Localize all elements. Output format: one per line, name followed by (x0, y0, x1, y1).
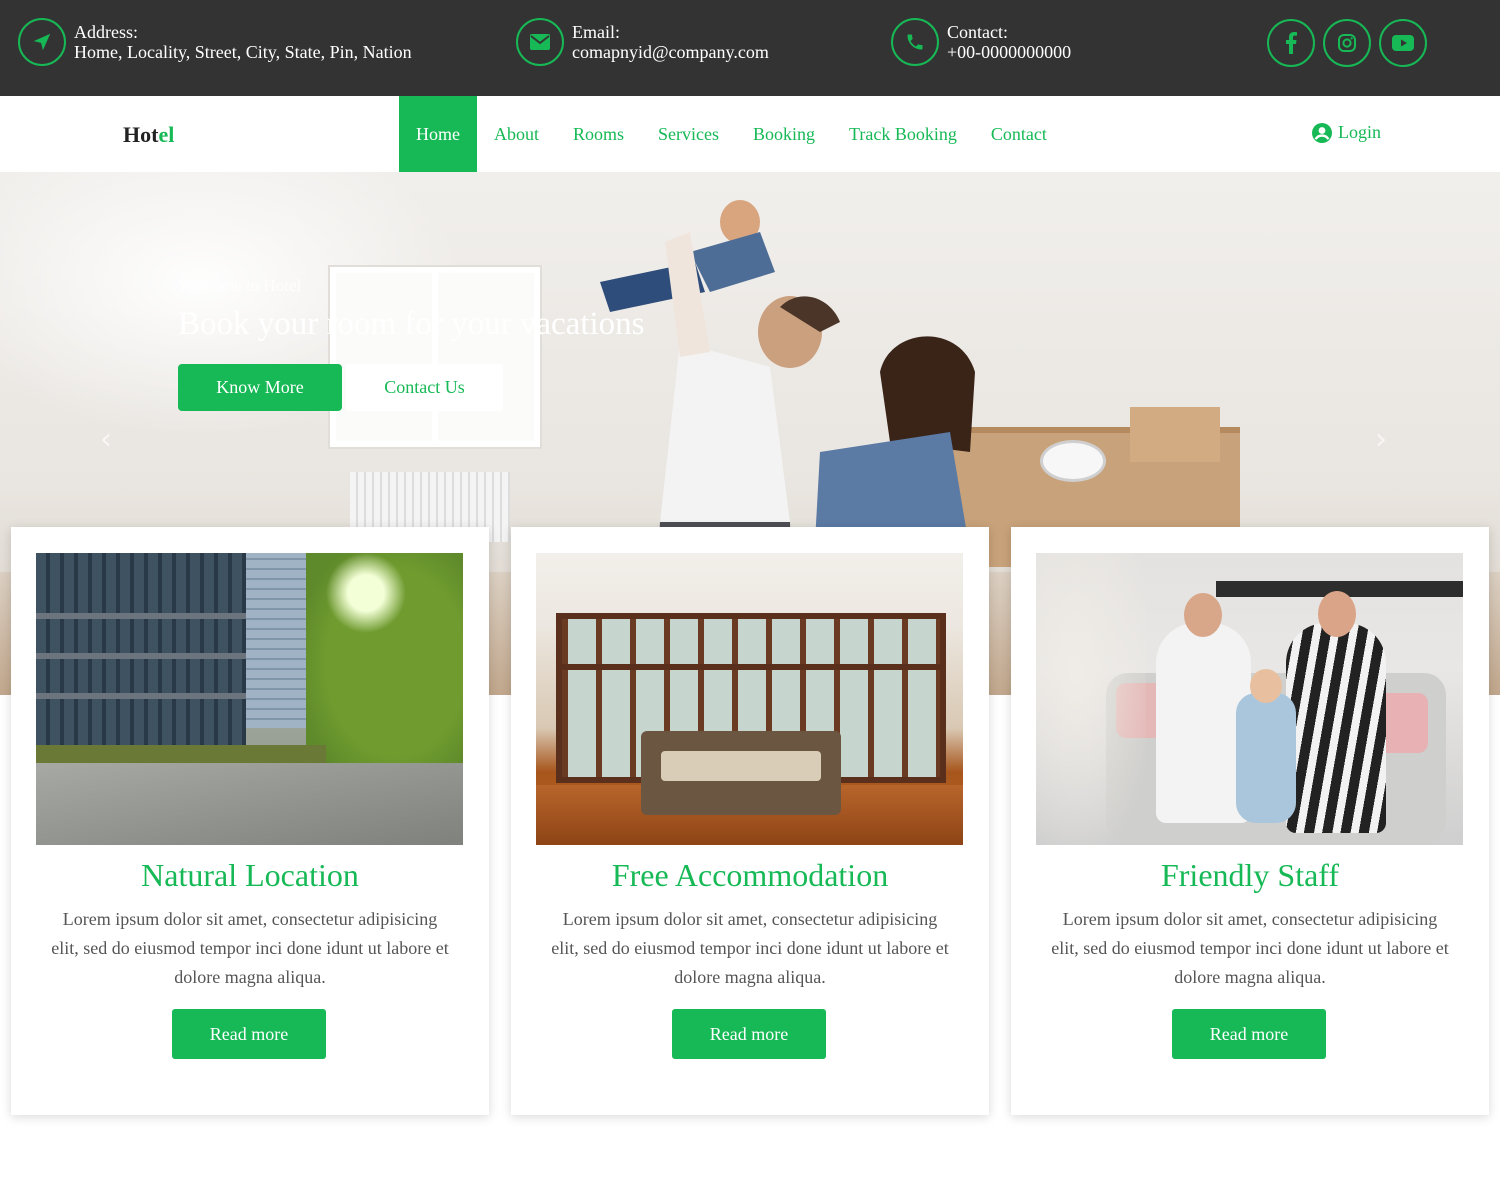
phone-icon (891, 18, 939, 66)
feature-card-friendly-staff: Friendly Staff Lorem ipsum dolor sit ame… (1011, 527, 1489, 1115)
living-room-image (536, 553, 963, 845)
hero-subtitle: Welcome to Hotel (178, 276, 302, 295)
contact-block: Contact: +00-0000000000 (891, 18, 1071, 66)
nav-item-about[interactable]: About (477, 96, 556, 172)
hero-title: Book your room for your vacations (178, 306, 645, 342)
know-more-button[interactable]: Know More (178, 364, 342, 411)
email-block: Email: comapnyid@company.com (516, 18, 769, 66)
address-label: Address: (74, 22, 138, 42)
email-label: Email: (572, 22, 620, 42)
email-value[interactable]: comapnyid@company.com (572, 42, 769, 62)
hero-clock (1040, 440, 1106, 482)
contact-label: Contact: (947, 22, 1008, 42)
user-circle-icon (1312, 122, 1332, 143)
feature-card-free-accommodation: Free Accommodation Lorem ipsum dolor sit… (511, 527, 989, 1115)
read-more-button[interactable]: Read more (1172, 1009, 1326, 1059)
brand-prefix: Hot (123, 122, 159, 147)
hero-box-small (1130, 407, 1220, 462)
card-title: Natural Location (141, 857, 359, 893)
address-block: Address: Home, Locality, Street, City, S… (18, 18, 412, 66)
nav-item-contact[interactable]: Contact (974, 96, 1064, 172)
hero-window (330, 267, 540, 447)
nav-item-rooms[interactable]: Rooms (556, 96, 641, 172)
card-description: Lorem ipsum dolor sit amet, consectetur … (51, 909, 449, 987)
contact-value[interactable]: +00-0000000000 (947, 42, 1071, 62)
instagram-icon[interactable] (1323, 19, 1371, 67)
carousel-next-icon[interactable]: › (1375, 422, 1387, 457)
envelope-icon (516, 18, 564, 66)
read-more-button[interactable]: Read more (672, 1009, 826, 1059)
address-value: Home, Locality, Street, City, State, Pin… (74, 42, 412, 62)
nav-item-services[interactable]: Services (641, 96, 736, 172)
location-arrow-icon (18, 18, 66, 66)
city-street-image (36, 553, 463, 845)
nav-item-home[interactable]: Home (399, 96, 477, 172)
brand-logo[interactable]: Hotel (123, 122, 174, 148)
brand-accent: el (158, 122, 175, 147)
top-info-bar: Address: Home, Locality, Street, City, S… (0, 0, 1500, 96)
login-label: Login (1338, 122, 1381, 142)
social-links (1267, 19, 1435, 67)
card-title: Friendly Staff (1160, 857, 1340, 893)
carousel-prev-icon[interactable]: ‹ (100, 422, 112, 457)
nav-item-track-booking[interactable]: Track Booking (832, 96, 974, 172)
nav-menu: Home About Rooms Services Booking Track … (399, 96, 1064, 172)
card-description: Lorem ipsum dolor sit amet, consectetur … (551, 909, 949, 987)
youtube-icon[interactable] (1379, 19, 1427, 67)
read-more-button[interactable]: Read more (172, 1009, 326, 1059)
facebook-icon[interactable] (1267, 19, 1315, 67)
card-description: Lorem ipsum dolor sit amet, consectetur … (1051, 909, 1449, 987)
card-title: Free Accommodation (611, 857, 889, 893)
feature-card-natural-location: Natural Location Lorem ipsum dolor sit a… (11, 527, 489, 1115)
family-sofa-image (1036, 553, 1463, 845)
main-navbar: Hotel Home About Rooms Services Booking … (0, 96, 1500, 172)
nav-item-booking[interactable]: Booking (736, 96, 832, 172)
contact-us-button[interactable]: Contact Us (346, 364, 503, 411)
login-link[interactable]: Login (1312, 122, 1381, 143)
